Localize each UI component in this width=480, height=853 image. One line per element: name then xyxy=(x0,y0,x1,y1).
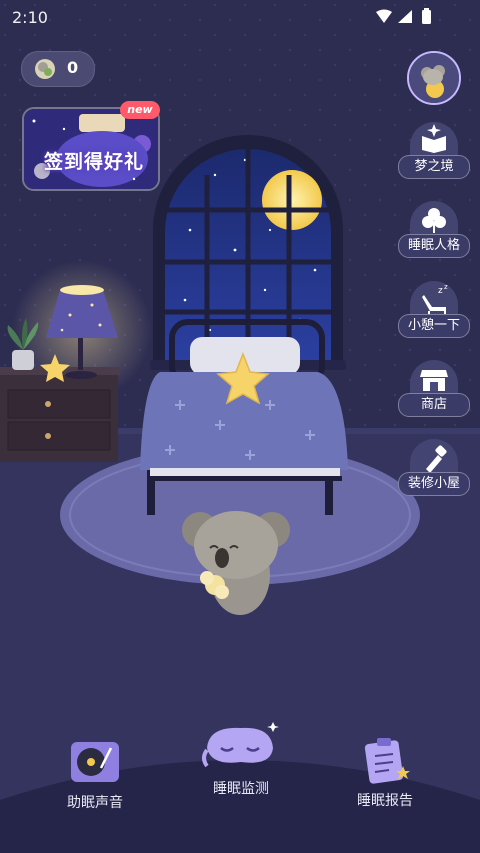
clover-icon xyxy=(422,208,446,233)
jar-lid-icon xyxy=(79,114,125,132)
side-item-shop[interactable]: 商店 xyxy=(398,360,470,418)
status-bar: 2:10 xyxy=(0,0,480,34)
paint-brush-icon xyxy=(426,445,447,473)
coin-balance[interactable]: 0 xyxy=(21,51,95,87)
status-time: 2:10 xyxy=(12,8,48,27)
checkin-reward-banner[interactable]: 签到得好礼 xyxy=(22,107,160,191)
status-icons xyxy=(376,8,431,24)
nav-sleep-report[interactable]: 睡眠报告 xyxy=(345,736,425,810)
coin-count: 0 xyxy=(67,58,79,77)
nav-label: 睡眠报告 xyxy=(357,793,413,809)
nav-label: 睡眠监测 xyxy=(213,781,269,797)
open-book-icon xyxy=(422,124,446,153)
side-item-label: 装修小屋 xyxy=(398,472,470,496)
nav-sleep-sounds[interactable]: 助眠声音 xyxy=(55,738,135,812)
side-item-label: 商店 xyxy=(398,393,470,417)
window xyxy=(150,135,346,370)
side-item-sleep-personality[interactable]: 睡眠人格 xyxy=(398,201,470,259)
koala-avatar-icon xyxy=(409,53,459,103)
svg-text:z: z xyxy=(438,286,443,296)
wifi-icon xyxy=(376,9,392,23)
record-player-icon xyxy=(71,742,119,782)
side-item-dreamland[interactable]: 梦之境 xyxy=(398,122,470,180)
battery-icon xyxy=(422,10,431,24)
signal-icon xyxy=(398,10,412,23)
clipboard-icon xyxy=(364,738,410,784)
nightstand xyxy=(0,367,120,462)
side-item-label: 梦之境 xyxy=(398,155,470,179)
svg-text:z: z xyxy=(444,283,448,291)
side-item-decorate[interactable]: 装修小屋 xyxy=(398,439,470,497)
new-badge: new xyxy=(120,101,160,119)
lounge-chair-icon: z z xyxy=(422,283,448,315)
side-item-label: 睡眠人格 xyxy=(398,234,470,258)
nav-sleep-monitor[interactable]: 睡眠监测 xyxy=(196,718,286,798)
storefront-icon xyxy=(420,370,448,391)
user-avatar[interactable] xyxy=(407,51,461,105)
moon xyxy=(262,170,322,230)
coin-icon xyxy=(35,59,55,79)
side-item-nap[interactable]: z z 小憩一下 xyxy=(398,281,470,339)
side-item-label: 小憩一下 xyxy=(398,314,470,338)
sleep-mask-icon xyxy=(202,722,279,768)
nav-label: 助眠声音 xyxy=(67,795,123,811)
promo-text: 签到得好礼 xyxy=(44,151,145,173)
